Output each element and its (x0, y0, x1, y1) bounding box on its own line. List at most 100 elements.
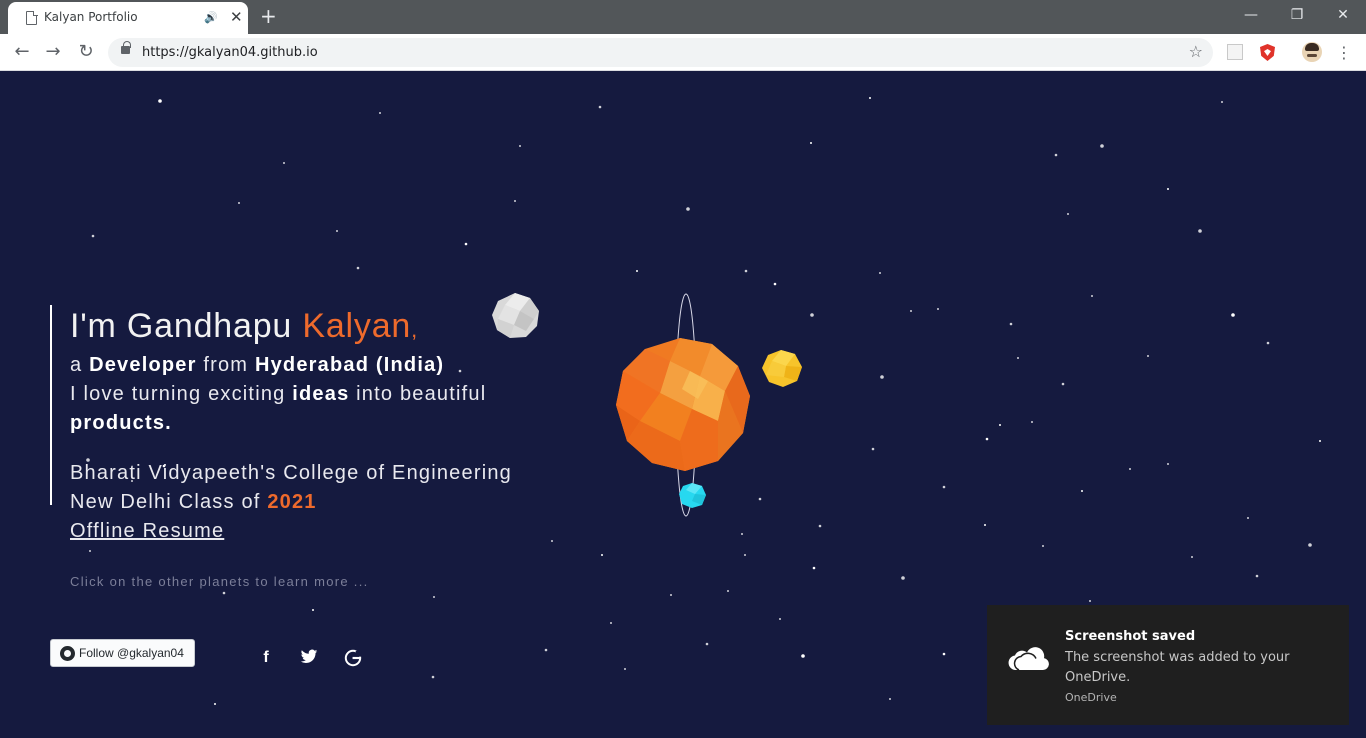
star (779, 618, 781, 620)
star (1061, 382, 1065, 386)
star (741, 533, 743, 535)
class-year: 2021 (267, 491, 317, 513)
star (1017, 357, 1019, 359)
star (1100, 144, 1104, 148)
address-bar[interactable]: https://gkalyan04.github.io ☆ (108, 38, 1213, 67)
star (1147, 355, 1149, 357)
star (910, 310, 912, 312)
minimize-button[interactable]: — (1228, 0, 1274, 30)
star (1067, 213, 1069, 215)
close-window-button[interactable]: ✕ (1320, 0, 1366, 30)
star (222, 591, 226, 595)
browser-toolbar: ← → ↻ https://gkalyan04.github.io ☆ (0, 34, 1366, 71)
star (869, 97, 871, 99)
star (812, 566, 816, 570)
github-follow-button[interactable]: Follow @gkalyan04 (50, 639, 195, 667)
github-icon (60, 645, 75, 661)
star (610, 622, 612, 624)
google-icon[interactable] (342, 649, 364, 671)
cloud-icon (1008, 647, 1049, 671)
back-button[interactable]: ← (10, 40, 34, 64)
browser-titlebar: Kalyan Portfolio 🔊 ✕ + — ❐ ✕ (0, 0, 1366, 34)
star (1081, 490, 1083, 492)
star (1129, 468, 1131, 470)
college-line: Bharati Vidyapeeth's College of Engineer… (70, 462, 512, 484)
star (356, 266, 360, 270)
planets-hint: Click on the other planets to learn more… (70, 574, 369, 589)
offline-resume-link[interactable]: Offline Resume (70, 517, 224, 546)
star (601, 554, 603, 556)
solar-system (616, 293, 802, 517)
star (91, 234, 95, 238)
forward-button[interactable]: → (41, 40, 65, 64)
browser-menu-icon[interactable]: ⋮ (1336, 43, 1352, 62)
new-tab-button[interactable]: + (260, 4, 277, 28)
role-from: from (196, 354, 255, 376)
extension-icon[interactable] (1227, 44, 1243, 60)
toast-body: The screenshot was added to your OneDriv… (1065, 650, 1290, 685)
star (1255, 574, 1259, 578)
reload-button[interactable]: ↻ (74, 40, 98, 64)
star (238, 202, 240, 204)
ideas-a: I love turning exciting (70, 383, 293, 405)
sun-planet[interactable] (616, 338, 750, 471)
star (1198, 229, 1202, 233)
star (984, 524, 986, 526)
role-developer: Developer (89, 354, 197, 376)
star (686, 207, 690, 211)
moon-planet[interactable] (490, 291, 542, 341)
star (379, 112, 381, 114)
star (551, 540, 553, 542)
star (598, 105, 602, 109)
class-prefix: New Delhi Class of (70, 491, 268, 513)
star (727, 590, 729, 592)
toast-source: OneDrive (1065, 691, 1117, 704)
role-a: a (70, 354, 90, 376)
star (1167, 188, 1169, 190)
greeting-name: Kalyan (302, 307, 412, 345)
greeting: I'm Gandhapu Kalyan, (70, 305, 512, 351)
greeting-prefix: I'm Gandhapu (70, 307, 303, 345)
cyan-planet[interactable] (679, 483, 706, 508)
tab-close-icon[interactable]: ✕ (230, 8, 243, 26)
browser-tab[interactable]: Kalyan Portfolio 🔊 ✕ (8, 2, 248, 34)
star (336, 230, 338, 232)
ideas-word: ideas (292, 383, 350, 405)
star (1089, 600, 1091, 602)
star (744, 269, 748, 273)
star (670, 594, 672, 596)
yellow-planet[interactable] (762, 350, 802, 387)
star (214, 703, 216, 705)
ideas-c: into beautiful (349, 383, 487, 405)
ideas-line: I love turning exciting ideas into beaut… (70, 380, 512, 409)
star (942, 652, 946, 656)
star (880, 375, 884, 379)
audio-icon[interactable]: 🔊 (204, 11, 218, 24)
star (942, 485, 946, 489)
star (871, 447, 875, 451)
restore-button[interactable]: ❐ (1274, 0, 1320, 30)
products-line: products. (70, 409, 512, 438)
url-text[interactable]: https://gkalyan04.github.io (142, 45, 318, 60)
star (1054, 153, 1058, 157)
star (433, 596, 435, 598)
page-viewport: I'm Gandhapu Kalyan, a Developer from Hy… (0, 71, 1366, 738)
star (1319, 440, 1321, 442)
star (89, 550, 91, 552)
bookmark-star-icon[interactable]: ☆ (1189, 42, 1203, 61)
profile-avatar[interactable] (1302, 42, 1322, 62)
role-line: a Developer from Hyderabad (India) (70, 351, 512, 380)
star (744, 554, 746, 556)
star (1308, 543, 1312, 547)
star (1221, 101, 1223, 103)
star (1266, 341, 1270, 345)
star (985, 437, 989, 441)
follow-label: Follow @gkalyan04 (79, 646, 184, 660)
star (464, 242, 468, 246)
star (312, 609, 314, 611)
products-word: products. (70, 412, 172, 434)
onedrive-toast[interactable]: Screenshot saved The screenshot was adde… (987, 605, 1349, 725)
intro: I'm Gandhapu Kalyan, a Developer from Hy… (70, 305, 512, 546)
facebook-icon[interactable]: f (255, 649, 277, 671)
twitter-icon[interactable] (298, 649, 320, 671)
